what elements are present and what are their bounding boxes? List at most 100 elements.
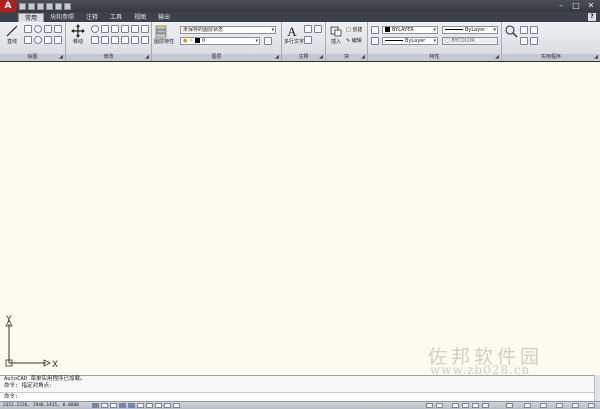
model-space-icon[interactable]	[426, 403, 433, 408]
fillet-icon[interactable]	[141, 25, 149, 33]
tab-blocks[interactable]: 块和参照	[44, 13, 80, 22]
quick-select-icon[interactable]	[520, 37, 528, 45]
move-button[interactable]: 移动	[68, 24, 88, 47]
measure-button[interactable]	[504, 24, 518, 47]
snap-mode-icon[interactable]	[92, 403, 99, 408]
showmotion-icon[interactable]	[482, 403, 489, 408]
panel-expand-icon[interactable]: ◢	[319, 54, 323, 61]
lineweight-toggle-icon[interactable]	[164, 403, 171, 408]
arc-icon[interactable]	[44, 25, 52, 33]
tab-view[interactable]: 视图	[128, 13, 152, 22]
leader-icon[interactable]	[314, 25, 322, 33]
lineweight-dropdown[interactable]: ByLayer ▾	[442, 26, 498, 34]
explode-icon[interactable]	[121, 36, 129, 44]
plot-icon[interactable]	[64, 2, 71, 10]
dynamic-ucs-icon[interactable]	[146, 403, 153, 408]
maximize-icon[interactable]: □	[570, 1, 582, 10]
mtext-button[interactable]: A 多行文字	[284, 24, 304, 47]
tab-output[interactable]: 输出	[152, 13, 176, 22]
create-block-button[interactable]: □ 创建	[346, 26, 362, 33]
edit-block-button[interactable]: ✎ 编辑	[346, 37, 362, 44]
linetype-dropdown[interactable]: ByLayer ▾	[382, 37, 438, 45]
object-snap-icon[interactable]	[128, 403, 135, 408]
panel-expand-icon[interactable]: ◢	[594, 54, 598, 61]
region-icon[interactable]	[54, 36, 62, 44]
table-icon[interactable]	[304, 36, 312, 44]
steering-wheel-icon[interactable]	[472, 403, 479, 408]
undo-icon[interactable]	[46, 2, 53, 10]
grid-display-icon[interactable]	[101, 403, 108, 408]
object-snap-tracking-icon[interactable]	[137, 403, 144, 408]
tab-annotate[interactable]: 注释	[80, 13, 104, 22]
hatch-icon[interactable]	[24, 36, 32, 44]
panel-expand-icon[interactable]: ◢	[361, 54, 365, 61]
panel-title-utilities[interactable]: 实用程序	[502, 54, 600, 61]
annotation-scale-icon[interactable]	[506, 403, 513, 408]
color-dropdown[interactable]: BYLAYER ▾	[382, 26, 438, 34]
panel-expand-icon[interactable]: ◢	[275, 54, 279, 61]
insert-block-button[interactable]: 插入	[328, 24, 344, 47]
offset-icon[interactable]	[131, 36, 139, 44]
polar-tracking-icon[interactable]	[119, 403, 126, 408]
point-id-icon[interactable]	[530, 37, 538, 45]
help-button[interactable]: ?	[588, 13, 596, 21]
app-menu-button[interactable]: A	[0, 0, 16, 12]
workspace-switch-icon[interactable]	[540, 403, 547, 408]
open-file-icon[interactable]	[28, 2, 35, 10]
minimize-icon[interactable]: –	[555, 1, 567, 10]
panel-expand-icon[interactable]: ◢	[495, 54, 499, 61]
command-scrollbar[interactable]	[594, 375, 600, 401]
tab-tools[interactable]: 工具	[104, 13, 128, 22]
plotstyle-dropdown[interactable]: ▢ BYCOLOR	[442, 37, 498, 45]
circle-icon[interactable]	[34, 25, 42, 33]
dynamic-input-icon[interactable]	[155, 403, 162, 408]
trim-icon[interactable]	[101, 25, 109, 33]
rotate-icon[interactable]	[91, 25, 99, 33]
ellipse-icon[interactable]	[34, 36, 42, 44]
list-icon[interactable]	[371, 37, 379, 45]
paste-icon[interactable]	[520, 26, 528, 34]
mirror-icon[interactable]	[131, 25, 139, 33]
drawing-area[interactable]: Y X 佐邦软件园 www.zb028.cn	[0, 62, 600, 377]
panel-title-modify[interactable]: 修改	[66, 54, 151, 61]
zoom-icon[interactable]	[462, 403, 469, 408]
rectangle-icon[interactable]	[54, 25, 62, 33]
command-input[interactable]: 命令:	[0, 392, 600, 401]
new-file-icon[interactable]	[19, 2, 26, 10]
close-icon[interactable]: ✕	[585, 1, 597, 10]
line-icon	[6, 25, 18, 37]
pan-icon[interactable]	[452, 403, 459, 408]
panel-expand-icon[interactable]: ◢	[59, 54, 63, 61]
stretch-icon[interactable]	[91, 36, 99, 44]
quick-calc-icon[interactable]	[530, 26, 538, 34]
panel-title-layers[interactable]: 图层	[152, 54, 281, 61]
hardware-acceleration-icon[interactable]	[572, 403, 579, 408]
save-icon[interactable]	[37, 2, 44, 10]
scale-icon[interactable]	[101, 36, 109, 44]
dimension-icon[interactable]	[304, 25, 312, 33]
redo-icon[interactable]	[55, 2, 62, 10]
annotation-visibility-icon[interactable]	[524, 403, 531, 408]
clean-screen-icon[interactable]	[588, 403, 595, 408]
ortho-mode-icon[interactable]	[110, 403, 117, 408]
panel-expand-icon[interactable]: ◢	[145, 54, 149, 61]
coordinate-readout[interactable]: 2352.2226, 1940.1435, 0.0000	[3, 402, 79, 409]
match-properties-icon[interactable]	[371, 26, 379, 34]
array-icon[interactable]	[111, 36, 119, 44]
layer-dropdown[interactable]: ● ☼ 0 ▾	[180, 37, 260, 45]
tab-home[interactable]: 常用	[18, 13, 45, 22]
line-button[interactable]: 直线	[2, 24, 22, 47]
erase-icon[interactable]	[111, 25, 119, 33]
quick-properties-icon[interactable]	[173, 403, 180, 408]
polyline-icon[interactable]	[24, 25, 32, 33]
layer-properties-button[interactable]: 图层特性	[154, 24, 174, 47]
spline-icon[interactable]	[44, 36, 52, 44]
break-icon[interactable]	[141, 36, 149, 44]
panel-title-draw[interactable]: 绘图	[0, 54, 65, 61]
layout-icon[interactable]	[436, 403, 443, 408]
lock-icon[interactable]	[556, 403, 563, 408]
panel-title-properties[interactable]: 特性	[368, 54, 501, 61]
layer-match-icon[interactable]	[264, 37, 272, 45]
copy-icon[interactable]	[121, 25, 129, 33]
layer-state-dropdown[interactable]: 未保存的图层状态 ▾	[180, 26, 276, 34]
